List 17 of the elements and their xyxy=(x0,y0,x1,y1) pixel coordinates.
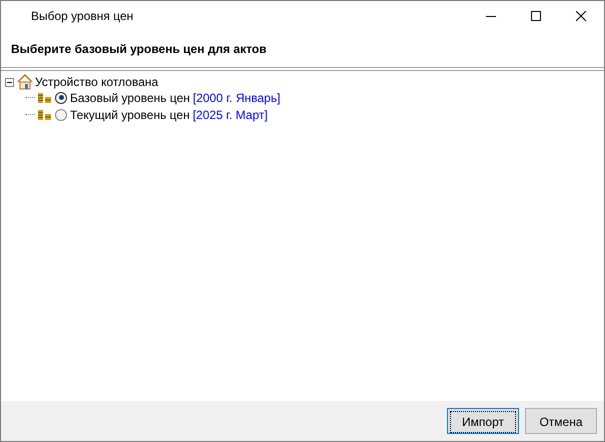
radio-button[interactable] xyxy=(55,92,67,104)
price-level-label: Текущий уровень цен xyxy=(70,108,190,122)
coins-icon xyxy=(38,110,52,120)
close-icon[interactable] xyxy=(576,10,587,22)
radio-button[interactable] xyxy=(55,108,67,120)
coins-icon xyxy=(38,92,52,102)
heading: Выберите базовый уровень цен для актов xyxy=(11,42,266,56)
price-level-label: Базовый уровень цен xyxy=(70,90,190,104)
window-title: Выбор уровня цен xyxy=(31,9,134,23)
period-label: [2000 г. Январь] xyxy=(192,90,280,104)
period-label: [2025 г. Март] xyxy=(192,108,268,122)
maximize-icon[interactable] xyxy=(531,10,542,22)
dialog-button[interactable]: Отмена xyxy=(525,408,597,434)
tree-item[interactable]: Устройство котлована xyxy=(35,75,158,89)
collapse-icon[interactable] xyxy=(5,78,14,86)
house-icon xyxy=(17,74,33,90)
dialog-button[interactable]: Импорт xyxy=(447,408,519,434)
